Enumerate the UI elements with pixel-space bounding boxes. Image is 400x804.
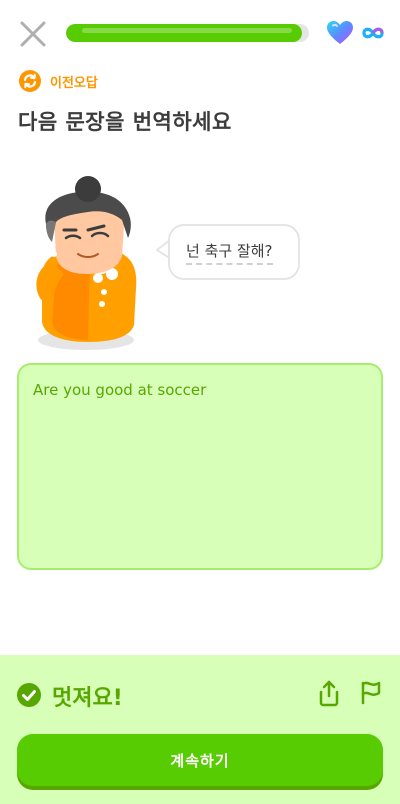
previous-mistake-label: 이전오답 <box>50 75 98 91</box>
refresh-icon <box>19 70 41 92</box>
feedback-panel: 멋져요! 계속하기 <box>0 655 400 804</box>
previous-mistake-tag: 이전오답 <box>18 68 98 94</box>
continue-label: 계속하기 <box>170 752 230 770</box>
flag-icon[interactable] <box>358 679 384 705</box>
progress-fill <box>66 24 302 42</box>
progress-shine <box>82 28 292 33</box>
speech-bubble: 넌 축구 잘해? <box>168 224 300 280</box>
lesson-progress-bar <box>66 24 309 42</box>
continue-button[interactable]: 계속하기 <box>17 734 383 786</box>
exercise-instruction: 다음 문장을 번역하세요 <box>18 110 232 134</box>
share-icon[interactable] <box>316 679 342 707</box>
close-icon[interactable] <box>16 17 50 51</box>
answer-textarea[interactable]: Are you good at soccer <box>17 363 383 570</box>
infinity-icon <box>362 27 384 39</box>
answer-text: Are you good at soccer <box>33 381 207 399</box>
heart-icon[interactable] <box>326 20 354 46</box>
character-illustration <box>36 176 137 350</box>
prompt-sentence[interactable]: 넌 축구 잘해? <box>186 240 273 265</box>
check-circle-icon <box>17 683 41 707</box>
top-bar <box>0 0 400 66</box>
feedback-title: 멋져요! <box>52 686 123 711</box>
